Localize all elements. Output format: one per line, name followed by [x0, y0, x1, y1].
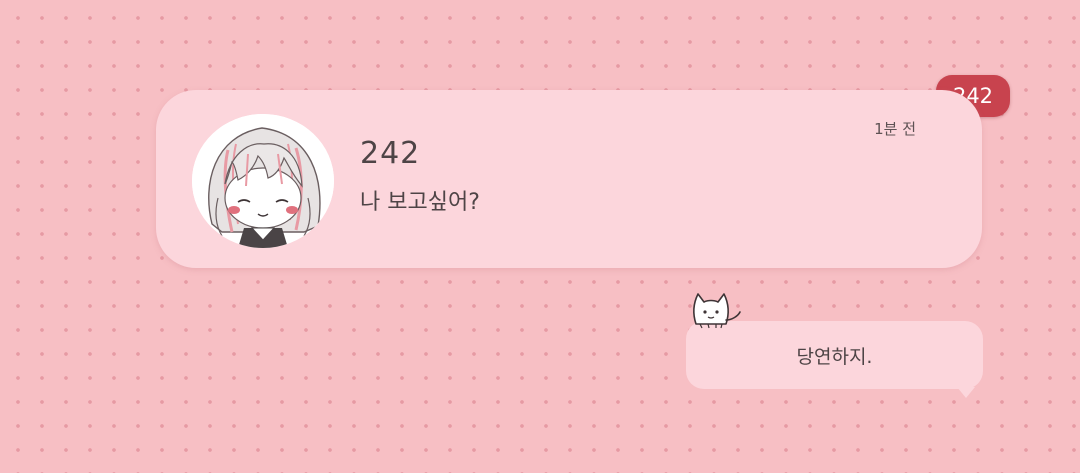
reply-text: 당연하지. — [796, 345, 873, 368]
sender-name: 242 — [360, 136, 421, 171]
reply-bubble: 당연하지. — [686, 321, 983, 398]
notification-card[interactable]: 242 나 보고싶어? 1분 전 — [156, 90, 982, 268]
timestamp: 1분 전 — [874, 120, 916, 138]
cat-icon — [688, 290, 744, 330]
message-text: 나 보고싶어? — [360, 190, 480, 215]
bubble-tail — [957, 387, 975, 398]
chibi-girl-avatar-icon — [192, 114, 334, 248]
